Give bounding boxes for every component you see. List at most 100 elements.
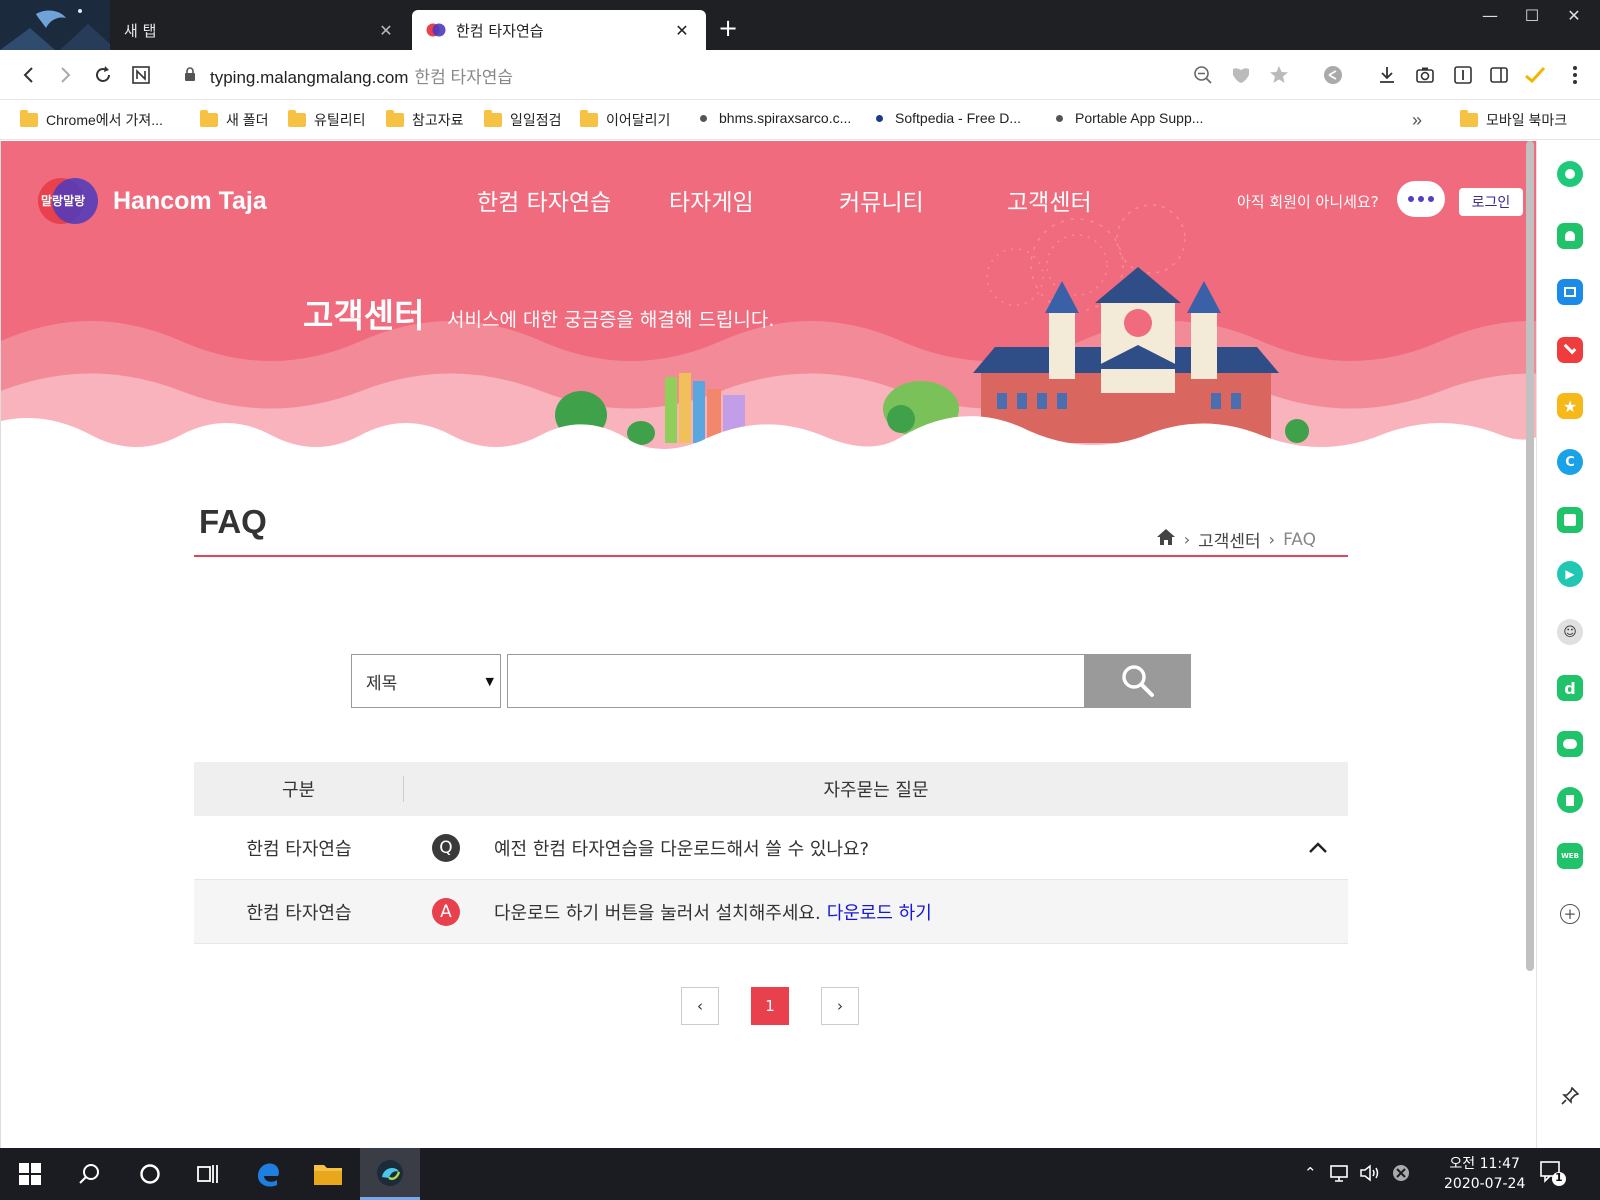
dropdown-arrow-icon: ▼ xyxy=(485,674,494,688)
search-icon[interactable] xyxy=(60,1148,120,1200)
task-view-icon[interactable] xyxy=(178,1148,238,1200)
favorites-star-icon[interactable]: ★ xyxy=(1557,393,1583,419)
edge-browser-icon[interactable] xyxy=(238,1148,298,1200)
search-field-select[interactable]: 제목 ▼ xyxy=(351,654,501,708)
faq-category: 한컴 타자연습 xyxy=(246,838,352,860)
page-1-button[interactable]: 1 xyxy=(751,987,789,1025)
prev-page-button[interactable]: ‹ xyxy=(681,987,719,1025)
nav-customer-center[interactable]: 고객센터 xyxy=(1007,183,1092,217)
bookmark-folder[interactable]: 일일점검 xyxy=(484,110,562,130)
column-header-question: 자주묻는 질문 xyxy=(823,780,929,801)
checkmark-extension-icon[interactable] xyxy=(1522,62,1548,88)
member-prompt: 아직 회원이 아니세요? xyxy=(1237,193,1379,211)
download-icon[interactable] xyxy=(1374,62,1400,88)
maximize-icon[interactable]: ☐ xyxy=(1514,6,1550,25)
nav-typing-practice[interactable]: 한컴 타자연습 xyxy=(477,183,611,217)
faq-question-text[interactable]: 예전 한컴 타자연습을 다운로드해서 쓸 수 있나요? xyxy=(494,835,1288,861)
reader-mode-icon[interactable] xyxy=(1450,62,1476,88)
breadcrumb-current: FAQ xyxy=(1283,529,1316,550)
notification-center-icon[interactable]: 1 xyxy=(1540,1160,1566,1190)
memo-icon[interactable] xyxy=(1557,507,1583,533)
download-link[interactable]: 다운로드 하기 xyxy=(827,903,932,924)
windows-start-icon[interactable] xyxy=(0,1148,60,1200)
mobile-bookmarks-folder[interactable]: 모바일 북마크 xyxy=(1460,110,1567,130)
home-icon[interactable] xyxy=(1156,528,1176,551)
folder-icon xyxy=(288,110,306,127)
nav-typing-game[interactable]: 타자게임 xyxy=(669,183,754,217)
malangmalang-logo-icon: 말랑말랑 xyxy=(37,177,99,225)
back-icon[interactable] xyxy=(16,62,42,88)
forward-icon[interactable] xyxy=(52,62,78,88)
site-favicon-icon xyxy=(426,22,446,38)
side-panel: ★ C ▶ ☺ d WEB + xyxy=(1536,141,1600,1148)
bookmark-folder[interactable]: 참고자료 xyxy=(386,110,464,130)
bell-icon[interactable] xyxy=(1557,223,1583,249)
bookmark-folder[interactable]: 이어달리기 xyxy=(580,110,670,130)
more-menu-icon[interactable] xyxy=(1562,62,1588,88)
page-title-in-address: 한컴 타자연습 xyxy=(414,68,514,87)
breadcrumb-item[interactable]: 고객센터 xyxy=(1198,527,1261,552)
cortana-icon[interactable] xyxy=(120,1148,180,1200)
line-chat-icon[interactable] xyxy=(1557,731,1583,757)
bookmark-folder[interactable]: Chrome에서 가져... xyxy=(20,110,163,130)
chevron-right-icon: › xyxy=(1268,530,1276,549)
chat-icon[interactable] xyxy=(1397,181,1445,217)
webtoon-icon[interactable]: WEB xyxy=(1557,843,1583,869)
camera-icon[interactable] xyxy=(1412,62,1438,88)
tab-new-tab[interactable]: 새 탭 ✕ xyxy=(110,10,410,50)
bookmark-folder[interactable]: 새 폴더 xyxy=(200,110,269,130)
ime-off-icon[interactable] xyxy=(1392,1164,1410,1186)
folder-icon xyxy=(386,110,404,127)
reload-icon[interactable] xyxy=(90,62,116,88)
whale-browser-icon[interactable] xyxy=(360,1148,420,1200)
bookmark-folder[interactable]: 유틸리티 xyxy=(288,110,366,130)
windows-taskbar: ⌃ 오전 11:47 2020-07-24 1 xyxy=(0,1148,1600,1200)
dictionary-icon[interactable]: d xyxy=(1557,675,1583,701)
star-icon[interactable] xyxy=(1266,62,1292,88)
chevron-up-icon[interactable]: ⌃ xyxy=(1304,1164,1317,1182)
bookmark-site[interactable]: bhms.spiraxsarco.c... xyxy=(696,110,851,126)
add-panel-icon[interactable]: + xyxy=(1557,901,1583,927)
logo-badge-text: 말랑말랑 xyxy=(41,194,86,208)
new-tab-button[interactable]: + xyxy=(716,14,740,42)
taskbar-clock[interactable]: 오전 11:47 2020-07-24 xyxy=(1444,1154,1525,1194)
calendar-icon[interactable] xyxy=(1557,279,1583,305)
page-scrollbar[interactable] xyxy=(1526,141,1534,971)
play-icon[interactable]: ▶ xyxy=(1557,561,1583,587)
papago-icon[interactable]: ☺ xyxy=(1557,619,1583,645)
shield-icon[interactable] xyxy=(1228,62,1254,88)
bookmarks-overflow-button[interactable]: » xyxy=(1412,110,1422,131)
pin-icon[interactable] xyxy=(1557,1083,1583,1109)
chevron-up-icon[interactable] xyxy=(1288,841,1348,854)
green-dot-icon[interactable] xyxy=(1557,161,1583,187)
sidebar-toggle-icon[interactable] xyxy=(1486,62,1512,88)
site-logo[interactable]: 말랑말랑 Hancom Taja xyxy=(37,177,267,225)
search-button[interactable] xyxy=(1085,654,1191,708)
nav-community[interactable]: 커뮤니티 xyxy=(839,183,924,217)
pocket-icon[interactable] xyxy=(1557,337,1583,363)
zoom-out-icon[interactable] xyxy=(1190,62,1216,88)
bookmark-site[interactable]: Softpedia - Free D... xyxy=(872,110,1021,126)
pay-icon[interactable]: C xyxy=(1557,449,1583,475)
close-icon[interactable]: ✕ xyxy=(672,21,692,40)
bookmark-site[interactable]: Portable App Supp... xyxy=(1052,110,1203,126)
minimize-icon[interactable]: — xyxy=(1472,6,1508,25)
search-input[interactable] xyxy=(507,654,1085,708)
share-icon[interactable] xyxy=(1320,62,1346,88)
close-icon[interactable]: ✕ xyxy=(376,21,396,40)
file-explorer-icon[interactable] xyxy=(298,1148,358,1200)
volume-icon[interactable] xyxy=(1360,1164,1382,1186)
faq-question-row[interactable]: 한컴 타자연습 Q 예전 한컴 타자연습을 다운로드해서 쓸 수 있나요? xyxy=(194,816,1348,880)
question-badge: Q xyxy=(432,833,460,862)
network-icon[interactable] xyxy=(1330,1164,1352,1186)
folder-icon xyxy=(20,110,38,127)
window-close-icon[interactable]: ✕ xyxy=(1556,6,1592,25)
login-button[interactable]: 로그인 xyxy=(1459,188,1523,216)
naver-home-icon[interactable] xyxy=(128,62,154,88)
next-page-button[interactable]: › xyxy=(821,987,859,1025)
site-favicon-icon xyxy=(700,114,707,122)
tab-hancom-taja[interactable]: 한컴 타자연습 ✕ xyxy=(412,10,706,50)
site-favicon-icon xyxy=(876,114,883,122)
address-bar[interactable]: typing.malangmalang.com 한컴 타자연습 xyxy=(210,63,513,88)
bookmark-icon[interactable] xyxy=(1557,787,1583,813)
